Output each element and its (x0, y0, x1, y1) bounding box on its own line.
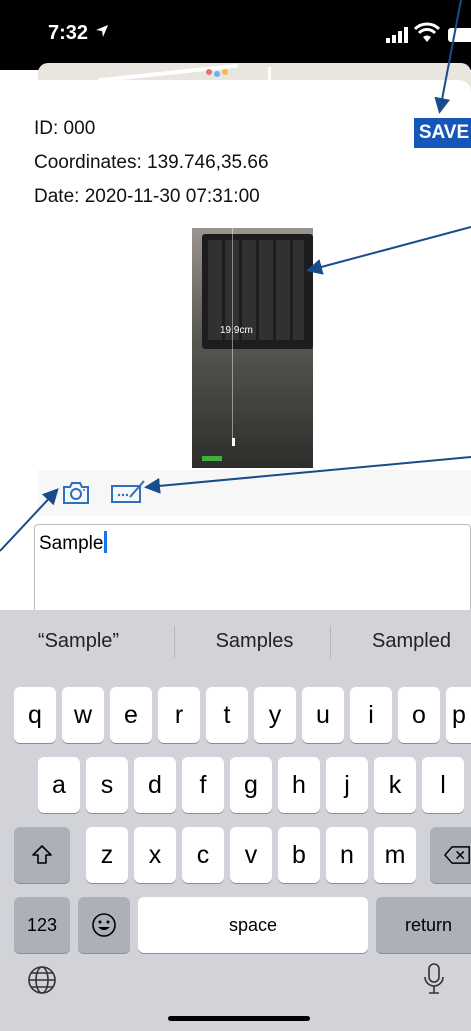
emoji-icon (92, 913, 116, 937)
delete-icon (444, 846, 470, 864)
cellular-signal-icon (386, 27, 408, 43)
key-z[interactable]: z (86, 827, 128, 883)
camera-icon[interactable] (61, 480, 91, 506)
emoji-key[interactable] (78, 897, 130, 953)
key-n[interactable]: n (326, 827, 368, 883)
key-c[interactable]: c (182, 827, 224, 883)
key-t[interactable]: t (206, 687, 248, 743)
key-f[interactable]: f (182, 757, 224, 813)
key-h[interactable]: h (278, 757, 320, 813)
key-u[interactable]: u (302, 687, 344, 743)
key-y[interactable]: y (254, 687, 296, 743)
key-x[interactable]: x (134, 827, 176, 883)
key-k[interactable]: k (374, 757, 416, 813)
save-button[interactable]: SAVE (414, 118, 471, 148)
measure-label: 19.9cm (220, 325, 253, 336)
edit-icon[interactable] (110, 478, 146, 506)
key-r[interactable]: r (158, 687, 200, 743)
date-label: Date: 2020-11-30 07:31:00 (34, 186, 260, 207)
return-key[interactable]: return (376, 897, 471, 953)
key-l[interactable]: l (422, 757, 464, 813)
key-e[interactable]: e (110, 687, 152, 743)
suggestion-2[interactable]: Samples (176, 630, 333, 653)
memo-text: Sample (39, 533, 104, 554)
suggestion-3[interactable]: Sampled (333, 630, 471, 653)
key-i[interactable]: i (350, 687, 392, 743)
space-key[interactable]: space (138, 897, 368, 953)
coordinates-label: Coordinates: 139.746,35.66 (34, 152, 269, 173)
suggestion-divider (174, 626, 175, 658)
key-g[interactable]: g (230, 757, 272, 813)
key-o[interactable]: o (398, 687, 440, 743)
key-s[interactable]: s (86, 757, 128, 813)
status-time: 7:32 (48, 22, 89, 44)
keyboard (0, 610, 471, 1031)
id-label: ID: 000 (34, 118, 96, 139)
key-d[interactable]: d (134, 757, 176, 813)
delete-key[interactable] (430, 827, 471, 883)
photo-thumbnail[interactable]: 19.9cm (192, 228, 313, 468)
numbers-key[interactable]: 123 (14, 897, 70, 953)
key-a[interactable]: a (38, 757, 80, 813)
key-m[interactable]: m (374, 827, 416, 883)
shift-icon (32, 845, 52, 864)
suggestion-divider (330, 626, 331, 658)
memo-toolbar (38, 470, 471, 516)
wifi-icon (414, 22, 440, 42)
location-arrow-icon (96, 25, 108, 37)
home-indicator (168, 1016, 310, 1021)
suggestion-1[interactable]: “Sample” (0, 630, 157, 653)
key-j[interactable]: j (326, 757, 368, 813)
key-q[interactable]: q (14, 687, 56, 743)
globe-icon[interactable] (26, 964, 58, 996)
microphone-icon[interactable] (422, 962, 446, 996)
text-caret (104, 531, 108, 553)
battery-icon (448, 28, 471, 42)
shift-key[interactable] (14, 827, 70, 883)
key-b[interactable]: b (278, 827, 320, 883)
key-w[interactable]: w (62, 687, 104, 743)
key-v[interactable]: v (230, 827, 272, 883)
key-p[interactable]: p (446, 687, 471, 743)
